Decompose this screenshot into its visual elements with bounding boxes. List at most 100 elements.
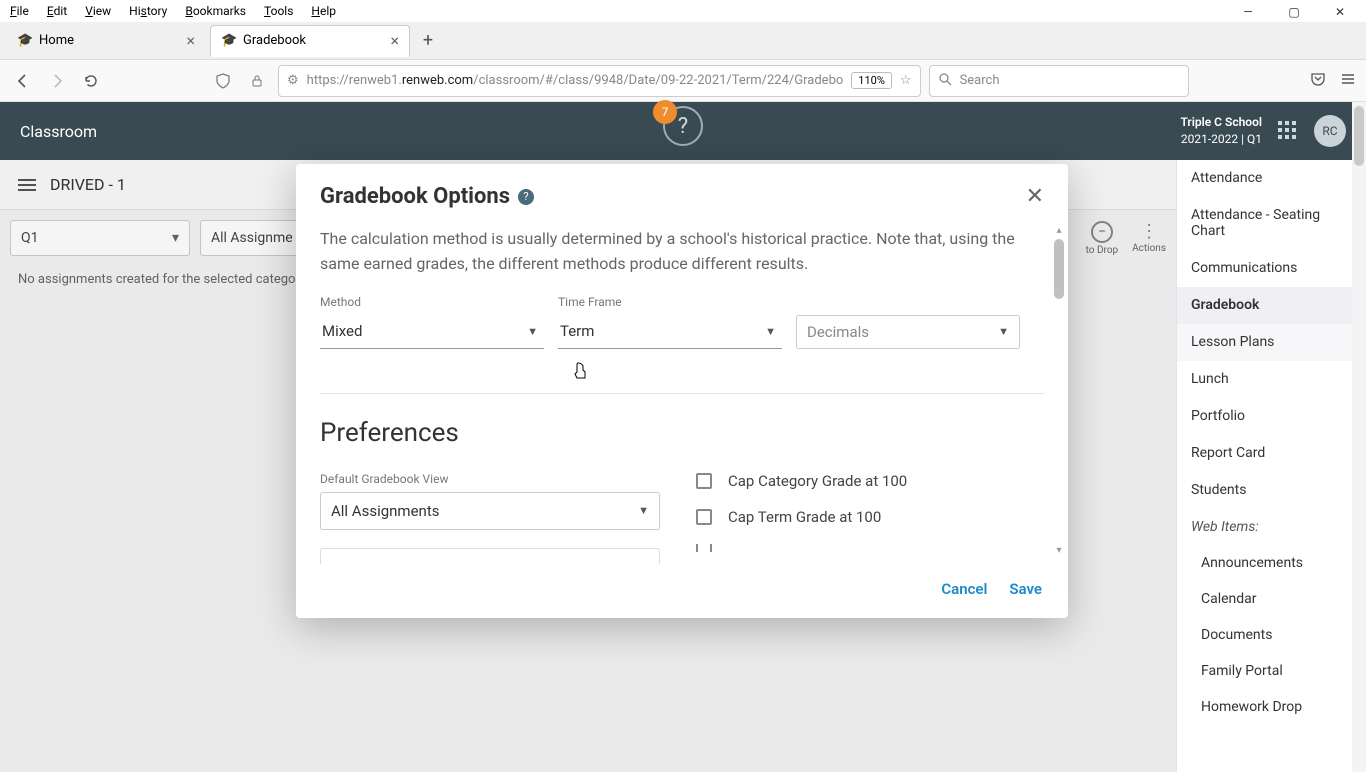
method-value: Mixed <box>322 322 362 340</box>
close-icon[interactable]: × <box>390 33 399 49</box>
cancel-button[interactable]: Cancel <box>941 580 987 598</box>
graduation-cap-icon: 🎓 <box>221 34 235 48</box>
menu-view[interactable]: View <box>85 4 111 18</box>
sidebar-web-section: Web Items: <box>1177 509 1366 545</box>
method-label: Method <box>320 295 544 309</box>
chevron-down-icon: ▼ <box>998 325 1009 338</box>
modal-title: Gradebook Options <box>320 184 510 209</box>
save-button[interactable]: Save <box>1009 580 1042 598</box>
close-icon[interactable]: × <box>186 33 195 49</box>
chevron-down-icon: ▼ <box>638 504 649 517</box>
chevron-down-icon: ▼ <box>527 325 538 338</box>
address-bar-row: ⚙ https://renweb1.renweb.com/classroom/#… <box>0 60 1366 102</box>
sidebar-item-attendance[interactable]: Attendance <box>1177 160 1366 197</box>
default-view-value: All Assignments <box>331 502 439 520</box>
menu-bookmarks[interactable]: Bookmarks <box>185 4 246 18</box>
search-input[interactable]: Search <box>929 65 1189 97</box>
menu-edit[interactable]: Edit <box>47 4 67 18</box>
default-view-label: Default Gradebook View <box>320 472 660 486</box>
url-path: /classroom/#/class/9948/Date/09-22-2021/… <box>473 73 843 88</box>
sidebar-item-portfolio[interactable]: Portfolio <box>1177 398 1366 435</box>
sidebar-item-homework-drop[interactable]: Homework Drop <box>1177 689 1366 725</box>
new-tab-button[interactable]: + <box>414 27 442 55</box>
avatar[interactable]: RC <box>1314 115 1346 147</box>
sidebar-item-report-card[interactable]: Report Card <box>1177 435 1366 472</box>
close-icon[interactable]: ✕ <box>1026 184 1044 209</box>
scroll-thumb[interactable] <box>1054 239 1064 299</box>
shield-icon[interactable] <box>210 68 236 94</box>
help-icon[interactable]: ? <box>518 189 534 205</box>
school-info: Triple C School 2021-2022 | Q1 <box>1180 114 1262 148</box>
menu-file[interactable]: File <box>10 4 29 18</box>
timeframe-select[interactable]: Term ▼ <box>558 315 782 349</box>
method-select[interactable]: Mixed ▼ <box>320 315 544 349</box>
sidebar-item-calendar[interactable]: Calendar <box>1177 581 1366 617</box>
url-input[interactable]: ⚙ https://renweb1.renweb.com/classroom/#… <box>278 65 921 97</box>
tab-label: Home <box>39 33 74 48</box>
menu-history[interactable]: History <box>129 4 167 18</box>
cap-term-checkbox-row[interactable]: Cap Term Grade at 100 <box>696 508 907 526</box>
forward-button[interactable] <box>44 68 70 94</box>
notification-badge: 7 <box>653 100 677 124</box>
back-button[interactable] <box>10 68 36 94</box>
checkbox-icon[interactable] <box>696 544 712 552</box>
tab-gradebook[interactable]: 🎓 Gradebook × <box>210 25 410 57</box>
school-name: Triple C School <box>1180 114 1262 131</box>
modal-scrollbar[interactable]: ▴ ▾ <box>1054 225 1064 556</box>
star-icon[interactable]: ☆ <box>900 73 912 88</box>
checkbox-icon[interactable] <box>696 509 712 525</box>
permissions-icon[interactable]: ⚙ <box>287 73 299 88</box>
graduation-cap-icon: 🎓 <box>17 34 31 48</box>
right-sidebar: Attendance Attendance - Seating Chart Co… <box>1176 160 1366 772</box>
tab-home[interactable]: 🎓 Home × <box>6 25 206 57</box>
page-scrollbar[interactable] <box>1352 102 1366 772</box>
sidebar-item-lesson-plans[interactable]: Lesson Plans <box>1177 324 1366 361</box>
tab-label: Gradebook <box>243 33 306 48</box>
cap-term-label: Cap Term Grade at 100 <box>728 508 881 526</box>
sidebar-item-family-portal[interactable]: Family Portal <box>1177 653 1366 689</box>
pocket-icon[interactable] <box>1310 71 1326 91</box>
timeframe-label: Time Frame <box>558 295 782 309</box>
help-button[interactable]: ? 7 <box>663 106 703 146</box>
secondary-select-partial[interactable] <box>320 548 660 564</box>
term-label: 2021-2022 | Q1 <box>1180 131 1262 148</box>
sidebar-item-gradebook[interactable]: Gradebook <box>1177 287 1366 324</box>
sidebar-item-announcements[interactable]: Announcements <box>1177 545 1366 581</box>
scroll-down-arrow-icon[interactable]: ▾ <box>1054 546 1064 556</box>
cap-category-checkbox-row[interactable]: Cap Category Grade at 100 <box>696 472 907 490</box>
calculation-description: The calculation method is usually determ… <box>320 227 1044 277</box>
timeframe-value: Term <box>560 322 594 340</box>
window-maximize[interactable]: ▢ <box>1272 0 1316 24</box>
reload-button[interactable] <box>78 68 104 94</box>
url-scheme: https://renweb1. <box>307 73 402 88</box>
sidebar-item-lunch[interactable]: Lunch <box>1177 361 1366 398</box>
app-title: Classroom <box>20 122 97 141</box>
window-close[interactable]: ✕ <box>1318 0 1362 24</box>
divider <box>320 393 1044 394</box>
tab-bar: 🎓 Home × 🎓 Gradebook × + <box>0 22 1366 60</box>
url-domain: renweb.com <box>402 73 473 88</box>
menu-help[interactable]: Help <box>311 4 336 18</box>
search-placeholder: Search <box>960 73 1000 88</box>
sidebar-item-communications[interactable]: Communications <box>1177 250 1366 287</box>
lock-icon[interactable] <box>244 68 270 94</box>
checkbox-icon[interactable] <box>696 473 712 489</box>
sidebar-item-attendance-seating[interactable]: Attendance - Seating Chart <box>1177 197 1366 250</box>
menu-tools[interactable]: Tools <box>264 4 293 18</box>
app-header: Classroom ? 7 Triple C School 2021-2022 … <box>0 102 1366 160</box>
scroll-up-arrow-icon[interactable]: ▴ <box>1054 225 1064 235</box>
browser-menubar: File Edit View History Bookmarks Tools H… <box>0 0 1366 22</box>
decimals-spacer <box>796 295 1020 309</box>
sidebar-item-students[interactable]: Students <box>1177 472 1366 509</box>
window-minimize[interactable]: ― <box>1226 0 1270 24</box>
sidebar-item-documents[interactable]: Documents <box>1177 617 1366 653</box>
gradebook-options-modal: Gradebook Options ? ✕ Calculation The ca… <box>296 164 1068 618</box>
search-icon <box>938 72 952 90</box>
hamburger-menu-icon[interactable] <box>1340 71 1356 91</box>
default-view-select[interactable]: All Assignments ▼ <box>320 492 660 530</box>
third-checkbox-row-partial[interactable] <box>696 544 907 552</box>
apps-grid-icon[interactable] <box>1278 121 1298 141</box>
decimals-value: Decimals <box>807 323 869 341</box>
zoom-badge[interactable]: 110% <box>851 72 892 89</box>
decimals-select[interactable]: Decimals ▼ <box>796 315 1020 349</box>
